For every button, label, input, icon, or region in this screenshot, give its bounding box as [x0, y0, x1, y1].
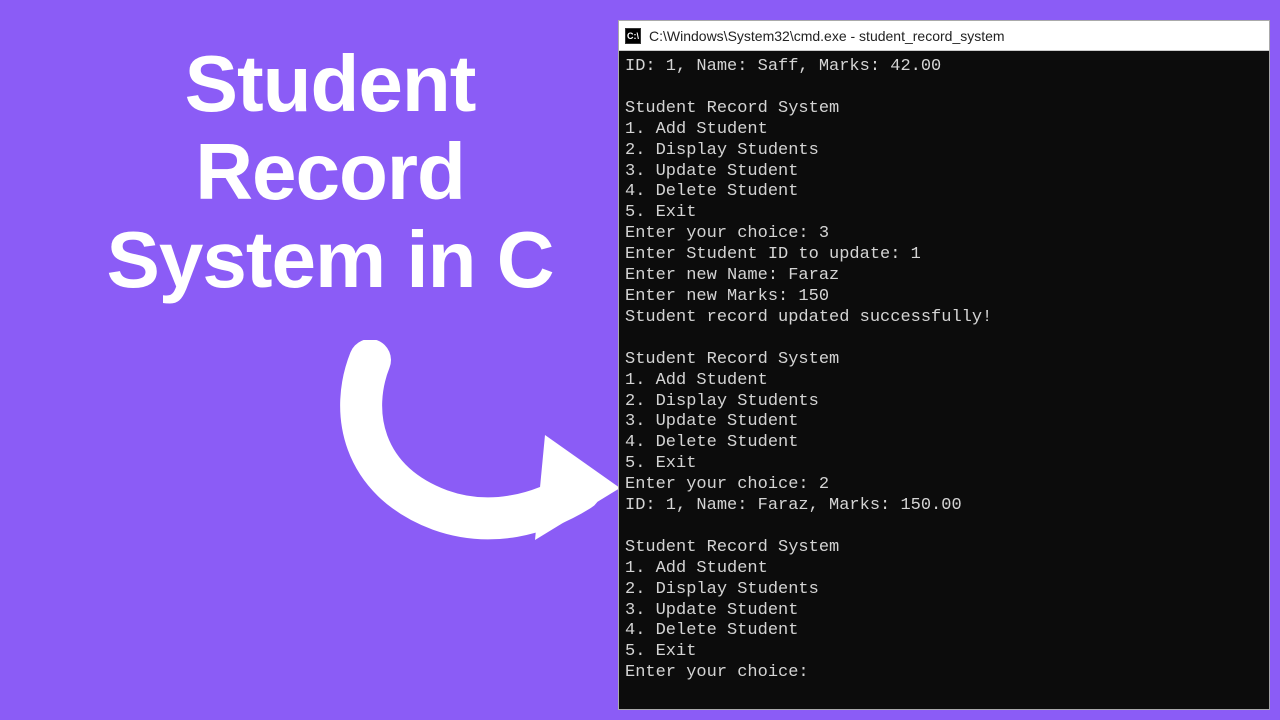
terminal-output[interactable]: ID: 1, Name: Saff, Marks: 42.00 Student …: [619, 51, 1269, 709]
cmd-window: C:\ C:\Windows\System32\cmd.exe - studen…: [618, 20, 1270, 710]
window-titlebar[interactable]: C:\ C:\Windows\System32\cmd.exe - studen…: [619, 21, 1269, 51]
page-title: Student Record System in C: [90, 40, 570, 304]
window-title: C:\Windows\System32\cmd.exe - student_re…: [649, 28, 1005, 44]
cmd-icon: C:\: [625, 28, 641, 44]
arrow-icon: [310, 340, 630, 560]
